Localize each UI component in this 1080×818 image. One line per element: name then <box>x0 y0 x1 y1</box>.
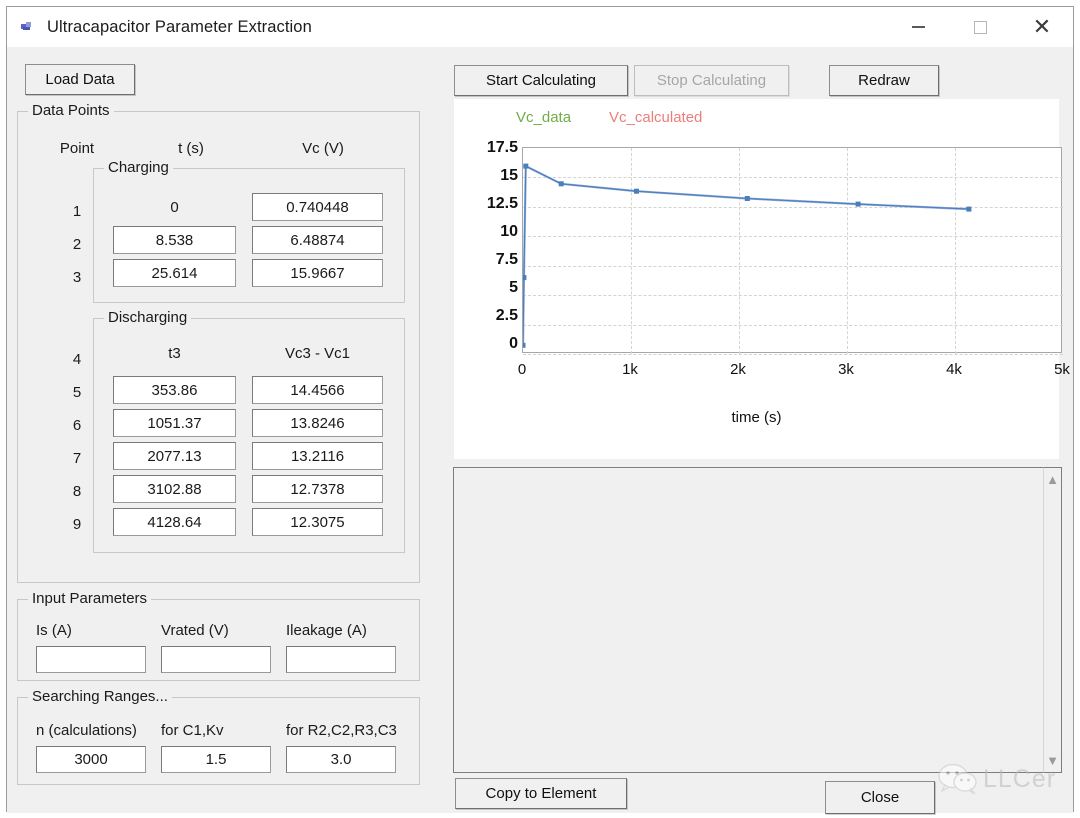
app-icon <box>19 18 37 36</box>
point-number: 6 <box>72 417 82 434</box>
y-tick-label: 7.5 <box>495 251 518 268</box>
charging-vc-input-3[interactable]: 15.9667 <box>252 259 383 287</box>
application-window: Ultracapacitor Parameter Extraction ✕ Lo… <box>6 6 1074 814</box>
column-header-t: t (s) <box>178 140 204 157</box>
chart-legend-vc-calculated: Vc_calculated <box>609 109 703 126</box>
point-number: 5 <box>72 384 82 401</box>
data-points-legend: Data Points <box>28 102 114 119</box>
maximize-icon <box>973 20 987 34</box>
search-label-c1kv: for C1,Kv <box>161 722 224 739</box>
vrated-input[interactable] <box>161 646 271 673</box>
is-input[interactable] <box>36 646 146 673</box>
stop-calculating-button: Stop Calculating <box>634 65 789 96</box>
search-label-r2c2r3c3: for R2,C2,R3,C3 <box>286 722 397 739</box>
input-label-ileakage: Ileakage (A) <box>286 622 367 639</box>
discharging-vc-input-5[interactable]: 14.4566 <box>252 376 383 404</box>
close-icon: ✕ <box>1032 14 1052 39</box>
input-label-is: Is (A) <box>36 622 72 639</box>
discharging-vc-input-6[interactable]: 13.8246 <box>252 409 383 437</box>
x-tick-label: 4k <box>946 361 962 378</box>
copy-to-element-button[interactable]: Copy to Element <box>455 778 627 809</box>
minimize-icon <box>911 26 925 28</box>
charging-vc-input-1[interactable]: 0.740448 <box>252 193 383 221</box>
y-tick-label: 5 <box>509 279 518 296</box>
n-calculations-input[interactable]: 3000 <box>36 746 146 773</box>
plot-area <box>522 147 1063 355</box>
chart-legend-vc-data: Vc_data <box>516 109 572 126</box>
charging-vc-input-2[interactable]: 6.48874 <box>252 226 383 254</box>
log-scrollbar[interactable]: ▲ ▼ <box>1043 467 1062 773</box>
minimize-button[interactable] <box>887 7 949 47</box>
y-tick-label: 10 <box>500 223 518 240</box>
discharging-t-input-6[interactable]: 1051.37 <box>113 409 236 437</box>
y-tick-label: 15 <box>500 167 518 184</box>
input-label-vrated: Vrated (V) <box>161 622 229 639</box>
discharging-legend: Discharging <box>104 309 192 326</box>
point-number: 4 <box>72 351 82 368</box>
x-tick-label: 3k <box>838 361 854 378</box>
x-axis-title: time (s) <box>731 409 782 426</box>
start-calculating-button[interactable]: Start Calculating <box>454 65 628 96</box>
column-header-point: Point <box>59 140 95 157</box>
discharging-vc-input-9[interactable]: 12.3075 <box>252 508 383 536</box>
point-number: 1 <box>72 203 82 220</box>
chart-series-vc-data <box>523 163 972 348</box>
close-window-button[interactable]: ✕ <box>1011 7 1073 47</box>
point-number: 9 <box>72 516 82 533</box>
chart-panel: Vc_data Vc_calculated 17.5 15 12.5 10 7.… <box>454 99 1070 459</box>
column-header-vc: Vc (V) <box>302 140 344 157</box>
point-number: 8 <box>72 483 82 500</box>
point-number: 2 <box>72 236 82 253</box>
window-title: Ultracapacitor Parameter Extraction <box>47 17 312 36</box>
searching-ranges-legend: Searching Ranges... <box>28 688 172 705</box>
input-parameters-legend: Input Parameters <box>28 590 152 607</box>
discharging-vc-input-7[interactable]: 13.2116 <box>252 442 383 470</box>
screenshot-root: Ultracapacitor Parameter Extraction ✕ Lo… <box>0 0 1080 818</box>
c1kv-range-input[interactable]: 1.5 <box>161 746 271 773</box>
discharging-t-input-9[interactable]: 4128.64 <box>113 508 236 536</box>
discharging-vc-input-8[interactable]: 12.7378 <box>252 475 383 503</box>
charging-legend: Charging <box>104 159 173 176</box>
log-textarea[interactable] <box>453 467 1043 773</box>
y-tick-label: 17.5 <box>486 139 518 156</box>
client-area: Load Data Data Points Point t (s) Vc (V)… <box>7 47 1073 814</box>
x-tick-label: 1k <box>622 361 638 378</box>
discharging-t-input-5[interactable]: 353.86 <box>113 376 236 404</box>
discharging-header-t3: t3 <box>168 345 181 362</box>
discharging-t-input-8[interactable]: 3102.88 <box>113 475 236 503</box>
close-button[interactable]: Close <box>825 781 935 814</box>
y-tick-label: 12.5 <box>486 195 518 212</box>
charging-group: Charging 0 0.740448 8.538 6.48874 25.614… <box>93 159 405 303</box>
discharging-group: Discharging t3 Vc3 - Vc1 353.86 14.4566 … <box>93 309 405 553</box>
y-tick-label: 0 <box>509 335 518 352</box>
search-label-n: n (calculations) <box>36 722 137 739</box>
charging-t-input-2[interactable]: 8.538 <box>113 226 236 254</box>
maximize-button[interactable] <box>949 7 1011 47</box>
scroll-down-icon[interactable]: ▼ <box>1046 749 1059 772</box>
x-tick-label: 5k <box>1054 361 1070 378</box>
data-points-group: Data Points Point t (s) Vc (V) 1 2 3 Cha… <box>17 102 420 583</box>
x-tick-label: 0 <box>517 361 527 378</box>
searching-ranges-group: Searching Ranges... n (calculations) for… <box>17 688 420 785</box>
load-data-button[interactable]: Load Data <box>25 64 135 95</box>
charging-t-input-3[interactable]: 25.614 <box>113 259 236 287</box>
scroll-up-icon[interactable]: ▲ <box>1046 468 1059 491</box>
discharging-t-input-7[interactable]: 2077.13 <box>113 442 236 470</box>
ileakage-input[interactable] <box>286 646 396 673</box>
y-tick-label: 2.5 <box>495 307 518 324</box>
x-tick-label: 2k <box>730 361 746 378</box>
point-number: 7 <box>72 450 82 467</box>
point-number: 3 <box>72 269 82 286</box>
title-bar: Ultracapacitor Parameter Extraction ✕ <box>7 7 1073 47</box>
window-controls: ✕ <box>887 7 1073 47</box>
gridline <box>523 354 1063 355</box>
discharging-header-vc: Vc3 - Vc1 <box>284 345 351 362</box>
charging-t-readonly-1: 0 <box>170 199 179 216</box>
redraw-button[interactable]: Redraw <box>829 65 939 96</box>
input-parameters-group: Input Parameters Is (A) Vrated (V) Ileak… <box>17 590 420 681</box>
r2c2r3c3-range-input[interactable]: 3.0 <box>286 746 396 773</box>
